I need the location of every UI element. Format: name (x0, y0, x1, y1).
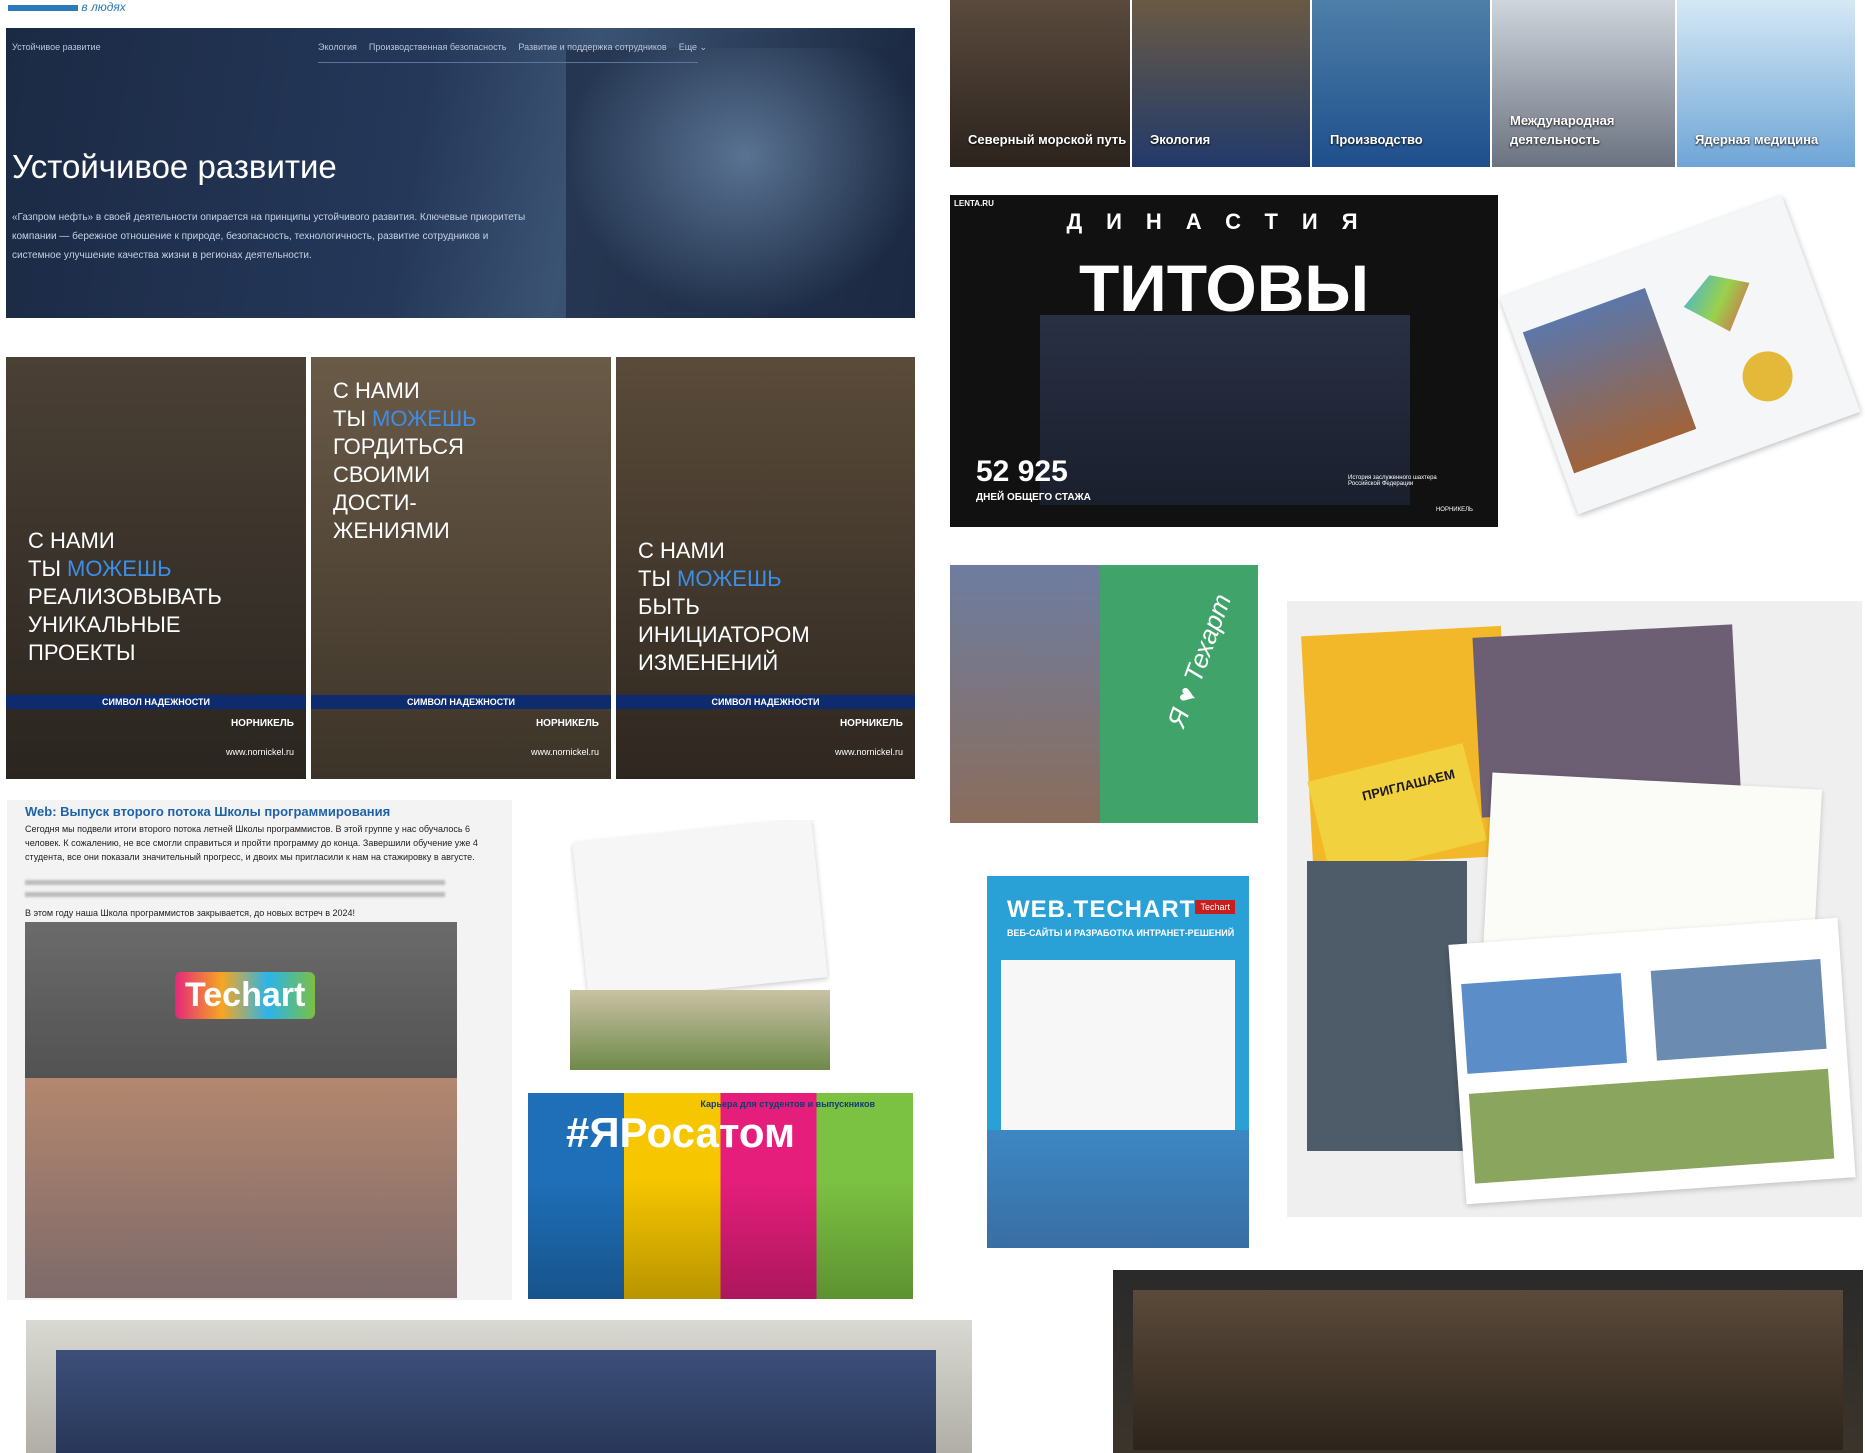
flyer-body (1001, 960, 1235, 1130)
category-label: Ядерная медицина (1695, 132, 1819, 147)
flyer-team-photo (987, 1130, 1249, 1248)
top-logo: в людях (8, 0, 126, 14)
people-row (56, 1350, 936, 1453)
page-title: Устойчивое развитие (12, 148, 337, 185)
poster-headline: С НАМИ ТЫ МОЖЕШЬ РЕАЛИЗОВЫВАТЬ УНИКАЛЬНЫ… (28, 528, 222, 665)
book-title: Я ♥ Техарт (1161, 589, 1238, 731)
dynasty-name: ТИТОВЫ (1078, 251, 1370, 325)
post-text: Сегодня мы подвели итоги второго потока … (25, 824, 478, 862)
techart-news-post: Web: Выпуск второго потока Школы програм… (7, 800, 512, 1300)
team-photo: Techart (25, 922, 457, 1298)
photo-collage (950, 565, 1100, 823)
category-strip: Северный морской путь Экология Производс… (950, 0, 1855, 167)
rosatom-subtitle: Карьера для студентов и выпускников (700, 1099, 875, 1109)
category-label: Северный морской путь (968, 132, 1127, 147)
coin-icon (1735, 344, 1800, 409)
flyer-badge: Techart (1195, 900, 1235, 914)
schedule-booklet-photo (570, 820, 830, 1070)
nornickel-poster: С НАМИ ТЫ МОЖЕШЬ РЕАЛИЗОВЫВАТЬ УНИКАЛЬНЫ… (6, 357, 306, 779)
symbol-label: СИМВОЛ НАДЕЖНОСТИ (311, 695, 611, 709)
site-link: www.nornickel.ru (225, 747, 294, 757)
poster-headline: С НАМИ ТЫ МОЖЕШЬ БЫТЬ ИНИЦИАТОРОМ ИЗМЕНЕ… (638, 538, 810, 675)
gazprom-banner: Устойчивое развитие Экология Производств… (6, 28, 915, 318)
book-cover: Я ♥ Техарт (1100, 565, 1258, 823)
logo-caption: в людях (81, 0, 126, 14)
tenure-number: 52 925 (976, 455, 1068, 488)
category-label: Международная деятельность (1510, 113, 1615, 147)
diamond-icon (1677, 263, 1763, 343)
techart-book-photo: Я ♥ Техарт (950, 565, 1258, 823)
nav-item-staff[interactable]: Развитие и поддержка сотрудников (518, 42, 666, 53)
rosatom-hashtag: #ЯРосатом (566, 1109, 796, 1156)
operator-photo (566, 48, 915, 318)
travel-photos (1307, 861, 1467, 1151)
schedule-page (572, 820, 828, 1003)
rosatom-banner: Карьера для студентов и выпускников #ЯРо… (528, 1093, 913, 1299)
brochures-collage-photo: ПРИГЛАШАЕМ (1287, 601, 1862, 1217)
tenure-label: ДНЕЙ ОБЩЕГО СТАЖА (976, 492, 1091, 503)
post-title[interactable]: Web: Выпуск второго потока Школы програм… (25, 804, 390, 819)
warehouse-shelves (1133, 1290, 1843, 1450)
category-card[interactable]: Северный морской путь (950, 0, 1130, 167)
symbol-label: СИМВОЛ НАДЕЖНОСТИ (616, 695, 915, 709)
nav-sustainability[interactable]: Устойчивое развитие (12, 42, 101, 52)
category-card[interactable]: Международная деятельность (1492, 0, 1675, 167)
mountain-image (1461, 972, 1628, 1074)
nornickel-poster: С НАМИ ТЫ МОЖЕШЬ ГОРДИТЬСЯ СВОИМИ ДОСТИ-… (311, 357, 611, 779)
site-link: www.nornickel.ru (834, 747, 903, 757)
site-link: www.nornickel.ru (530, 747, 599, 757)
nav-item-ecology[interactable]: Экология (318, 42, 357, 53)
blurred-text (25, 880, 445, 904)
warehouse-photo (1113, 1270, 1863, 1453)
invitation-text: ПРИГЛАШАЕМ (1360, 766, 1457, 804)
crowd-image (1522, 287, 1697, 474)
category-label: Экология (1150, 132, 1211, 147)
nav-item-more[interactable]: Еще ⌄ (679, 42, 707, 53)
techart-logo: Techart (175, 972, 316, 1019)
flyer-subtitle: ВЕБ-САЙТЫ И РАЗРАБОТКА ИНТРАНЕТ-РЕШЕНИЙ (1007, 928, 1235, 938)
brand-label: НОРНИКЕЛЬ (230, 718, 294, 729)
post-closing: В этом году наша Школа программистов зак… (25, 908, 356, 918)
caption-text: История заслуженного шахтера Российской … (1348, 475, 1437, 487)
nav-menu: Экология Производственная безопасность Р… (318, 42, 707, 53)
dynasty-heading: ДИНАСТИЯ (1066, 209, 1382, 234)
dynasty-banner: LENTA.RU ДИНАСТИЯ ТИТОВЫ 52 925 ДНЕЙ ОБЩ… (950, 195, 1498, 527)
sights-image (1468, 1068, 1835, 1184)
category-card[interactable]: Производство (1312, 0, 1490, 167)
hospital-image (1650, 959, 1827, 1061)
symbol-label: СИМВОЛ НАДЕЖНОСТИ (6, 695, 306, 709)
category-label: Производство (1330, 132, 1423, 147)
chevron-down-icon: ⌄ (699, 42, 708, 52)
category-card[interactable]: Экология (1132, 0, 1310, 167)
brand-label: НОРНИКЕЛЬ (535, 718, 599, 729)
poster-headline: С НАМИ ТЫ МОЖЕШЬ ГОРДИТЬСЯ СВОИМИ ДОСТИ-… (333, 378, 477, 543)
desk-items (570, 990, 830, 1070)
flyer-title: WEB.TECHART (1007, 896, 1196, 923)
brand-label: НОРНИКЕЛЬ (839, 718, 903, 729)
people-group (25, 1078, 457, 1298)
page-description: «Газпром нефть» в своей деятельности опи… (12, 212, 526, 261)
nornickel-poster: С НАМИ ТЫ МОЖЕШЬ БЫТЬ ИНИЦИАТОРОМ ИЗМЕНЕ… (616, 357, 915, 779)
nav-item-safety[interactable]: Производственная безопасность (369, 42, 507, 53)
category-card[interactable]: Ядерная медицина (1677, 0, 1855, 167)
travel-brochure (1448, 917, 1856, 1205)
group-photo-bottom (26, 1320, 972, 1453)
students-photo (528, 1179, 913, 1299)
signature-text: НОРНИКЕЛЬ (1435, 507, 1473, 513)
web-techart-flyer: WEB.TECHART ВЕБ-САЙТЫ И РАЗРАБОТКА ИНТРА… (987, 876, 1249, 1248)
source-label: LENTA.RU (954, 199, 994, 208)
brochure-photo (1499, 195, 1861, 515)
nav-divider (318, 62, 698, 63)
